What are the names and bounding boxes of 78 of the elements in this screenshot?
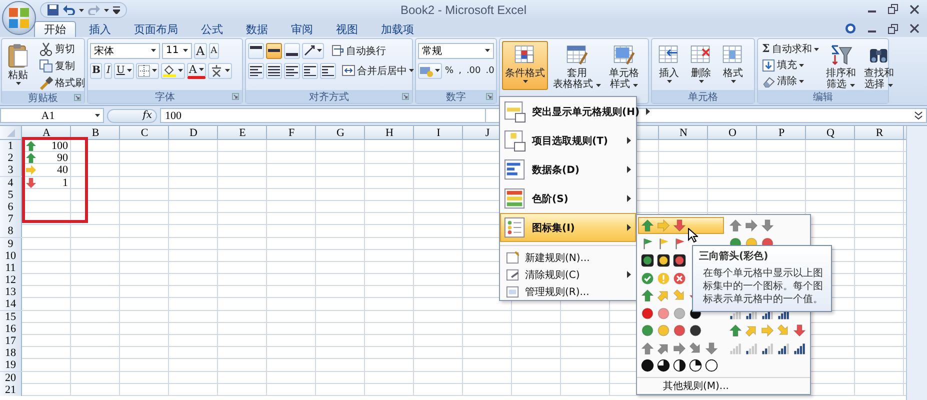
ribbon-tab[interactable]: 数据 [236, 21, 278, 37]
column-header[interactable]: B [92, 126, 100, 138]
copy-button[interactable]: 复制 [37, 58, 87, 74]
increase-decimal-button[interactable]: .00 [464, 62, 483, 78]
column-header[interactable]: H [386, 126, 394, 138]
font-size-field[interactable]: 11 [162, 42, 192, 58]
ribbon-tab[interactable]: 审阅 [281, 21, 323, 37]
decrease-decimal-button[interactable]: .0 [484, 62, 496, 78]
cell-value: 1 [62, 176, 68, 189]
cut-button[interactable]: 剪切 [37, 41, 87, 57]
group-label: 数字 [446, 90, 466, 104]
insert-button[interactable]: 插入 [654, 41, 684, 90]
column-header[interactable]: G [336, 126, 344, 138]
menu-item[interactable]: 色阶(S) [500, 184, 636, 213]
column-header[interactable]: N [680, 126, 688, 138]
fill-button[interactable]: 填充 [760, 57, 821, 73]
ribbon-tab[interactable]: 公式 [191, 21, 233, 37]
conditional-formatting-button[interactable]: 条件格式 [502, 41, 548, 90]
tooltip-text: 在每个单元格中显示以上图标集中的一个图标。每个图标表示单元格中的一个值。 [702, 267, 824, 306]
formula-field[interactable]: 100 [160, 108, 486, 123]
shrink-font-button[interactable]: A [208, 42, 220, 58]
group-label: 对齐方式 [309, 90, 349, 104]
format-as-table-button[interactable]: 套用 表格格式 [550, 41, 604, 90]
window-title: Book2 - Microsoft Excel [400, 3, 527, 17]
group-label: 单元格 [688, 90, 718, 104]
find-select-button[interactable]: 查找和 选择 [860, 41, 897, 90]
cell-value: 100 [52, 140, 68, 152]
column-header[interactable]: P [778, 126, 785, 138]
group-label: 字体 [155, 90, 175, 104]
column-header[interactable]: A [42, 126, 50, 138]
autosum-button[interactable]: Σ 自动求和 [760, 41, 821, 57]
delete-button[interactable]: 删除 [686, 41, 716, 90]
font-name-field[interactable]: 宋体 [90, 42, 160, 58]
group-label: 剪贴板 [28, 92, 58, 104]
ribbon-tab[interactable]: 视图 [326, 21, 368, 37]
column-header[interactable]: E [239, 126, 246, 138]
menu-item[interactable]: 管理规则(R)... [500, 283, 636, 300]
column-header[interactable]: C [140, 126, 148, 138]
column-header[interactable]: J [485, 126, 490, 138]
clear-button[interactable]: 清除 [760, 73, 821, 89]
more-rules-item[interactable]: 其他规则(M)... [659, 378, 729, 392]
format-painter-button[interactable]: 格式刷 [37, 75, 87, 91]
ribbon-tab[interactable]: 页面布局 [124, 21, 188, 37]
wrap-text-button[interactable]: 自动换行 [330, 42, 388, 58]
menu-item[interactable]: 新建规则(N)... [500, 249, 636, 266]
sort-filter-button[interactable]: 排序和 筛选 [822, 41, 859, 90]
format-button[interactable]: 格式 [718, 41, 748, 90]
menu-item[interactable]: 图标集(I) [500, 213, 636, 242]
cell-styles-button[interactable]: 单元格 样式 [606, 41, 642, 90]
paste-button[interactable]: 粘贴 [4, 41, 32, 90]
ribbon-tab[interactable]: 加载项 [371, 21, 424, 37]
menu-item[interactable]: 项目选取规则(T) [500, 126, 636, 155]
comma-button[interactable]: , [456, 62, 464, 78]
insert-function-button[interactable]: fx [107, 108, 157, 122]
menu-item[interactable]: 数据条(D) [500, 155, 636, 184]
group-label: 编辑 [813, 90, 833, 104]
number-format-field[interactable]: 常规 [418, 42, 494, 58]
percent-button[interactable]: % [443, 62, 456, 78]
column-header[interactable]: D [190, 126, 198, 138]
menu-item[interactable]: 清除规则(C) [500, 266, 636, 283]
name-box[interactable]: A1 [0, 108, 104, 123]
column-header[interactable]: I [436, 126, 440, 138]
font-color-button[interactable]: A [186, 62, 206, 78]
cell-value: 90 [57, 152, 68, 164]
underline-button[interactable]: U [114, 62, 134, 78]
column-header[interactable]: R [876, 126, 884, 138]
ribbon-tab[interactable]: 开始 [34, 21, 76, 37]
grow-font-button[interactable]: A [194, 42, 207, 58]
merge-center-button[interactable]: 合并后居中 [340, 62, 416, 78]
column-header[interactable]: Q [826, 126, 834, 138]
column-header[interactable]: F [288, 126, 295, 138]
ribbon-tab[interactable]: 插入 [79, 21, 121, 37]
bold-button[interactable]: B [90, 62, 102, 78]
tooltip-title: 三向箭头(彩色) [699, 250, 770, 263]
column-header[interactable]: O [728, 126, 736, 138]
sum-icon: Σ [762, 43, 770, 55]
italic-button[interactable]: I [104, 62, 112, 78]
cell-value: 40 [57, 164, 68, 176]
